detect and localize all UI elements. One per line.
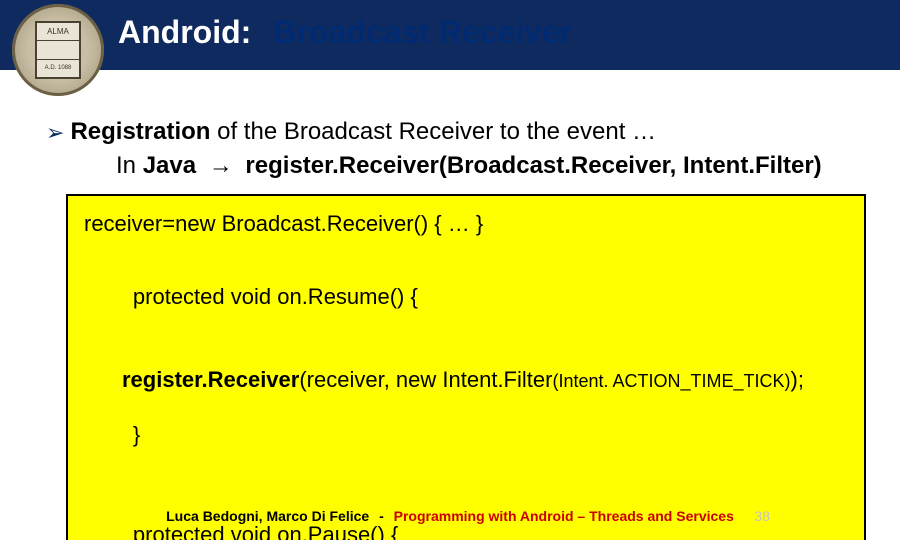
code-line-2c: } [133, 422, 140, 447]
slide: ALMA A.D. 1088 Android: Broadcast Receiv… [0, 0, 900, 540]
subline-code: register.Receiver(Broadcast.Receiver, In… [245, 152, 821, 179]
slide-content: ➢Registration of the Broadcast Receiver … [46, 118, 870, 540]
bullet-bold: Registration [70, 118, 210, 145]
footer-separator: - [373, 508, 390, 524]
code-box: receiver=new Broadcast.Receiver() { … } … [66, 194, 866, 540]
seal-inner-bottom: A.D. 1088 [37, 60, 79, 77]
bullet-line: ➢Registration of the Broadcast Receiver … [46, 118, 870, 146]
code-line-2b: register.Receiver(receiver, new Intent.F… [84, 366, 848, 394]
seal-inner-mid [37, 41, 79, 59]
code-block-resume: protected void on.Resume() { register.Re… [84, 256, 848, 476]
arrow-icon: → [196, 152, 245, 179]
subline-bold: Java [143, 152, 196, 179]
code-line-2b-bold: register.Receiver [122, 367, 299, 392]
footer-course: Programming with Android – Threads and S… [394, 508, 734, 524]
code-line-2b-end: ); [791, 367, 804, 392]
seal-outer-ring: ALMA A.D. 1088 [12, 4, 104, 96]
code-line-3a: protected void on.Pause() { [133, 522, 398, 540]
sub-line: In Java → register.Receiver(Broadcast.Re… [116, 152, 870, 180]
seal-inner-panel: ALMA A.D. 1088 [35, 21, 81, 79]
university-seal: ALMA A.D. 1088 [12, 4, 104, 96]
seal-inner-top: ALMA [37, 23, 79, 41]
bullet-rest: of the Broadcast Receiver to the event … [210, 118, 656, 145]
bullet-glyph-icon: ➢ [46, 120, 64, 146]
footer-page-number: 38 [754, 508, 770, 524]
code-line-2a: protected void on.Resume() { [133, 284, 418, 309]
slide-title: Android: Broadcast Receiver [118, 14, 572, 51]
title-part-b: Broadcast Receiver [263, 14, 572, 51]
code-line-2b-small: (Intent. ACTION_TIME_TICK) [552, 371, 790, 391]
subline-prefix: In [116, 152, 143, 179]
title-part-a: Android: [118, 14, 251, 51]
footer-authors: Luca Bedogni, Marco Di Felice [166, 508, 369, 524]
code-line-1: receiver=new Broadcast.Receiver() { … } [84, 210, 848, 238]
footer: Luca Bedogni, Marco Di Felice - Programm… [0, 508, 900, 524]
code-line-2b-mid: (receiver, new Intent.Filter [299, 367, 552, 392]
